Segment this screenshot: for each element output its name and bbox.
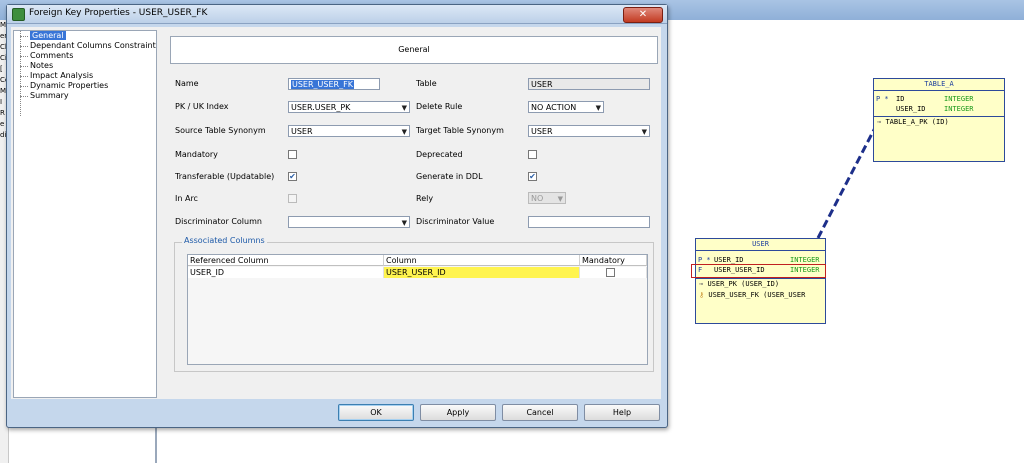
constraint-row[interactable]: ⊸ TABLE_A_PK (ID) [874,117,1004,128]
panel-header: General [170,36,658,64]
associated-columns-title: Associated Columns [182,236,267,245]
constraint-label: USER_USER_FK (USER_USER [708,291,806,299]
rely-label: Rely [416,194,434,203]
discriminator-column-label: Discriminator Column [175,217,262,226]
general-panel: General Name USER_USER_FK Table USER PK … [162,30,658,396]
table-field: USER [528,78,650,90]
pkuk-index-label: PK / UK Index [175,102,229,111]
column-cell[interactable]: USER_USER_ID [384,267,580,278]
name-input[interactable]: USER_USER_FK [288,78,380,90]
discriminator-value-input[interactable] [528,216,650,228]
fk-key-icon: ⚷ [699,291,705,299]
tree-item-label: General [30,31,66,40]
app-icon [12,8,25,21]
pk-key-icon: ⊸ [877,118,882,126]
column-name: ID [896,95,905,103]
constraint-row[interactable]: ⚷ USER_USER_FK (USER_USER [696,290,825,301]
source-synonym-select[interactable]: USER [288,125,410,137]
tree-item-label: Dependant Columns Constraint [30,41,156,50]
tree-item-impact-analysis[interactable]: Impact Analysis [14,71,156,81]
transferable-checkbox[interactable]: ✔ [288,172,297,181]
entity-title: USER [696,239,825,251]
close-button[interactable]: ✕ [623,7,663,23]
tree-item-comments[interactable]: Comments [14,51,156,61]
ok-button[interactable]: OK [338,404,414,421]
tree-item-label: Dynamic Properties [30,81,109,90]
entity-user[interactable]: USER P * USER_ID INTEGER F USER_USER_ID … [695,238,826,324]
constraint-row[interactable]: ⊸ USER_PK (USER_ID) [696,279,825,290]
generate-ddl-checkbox[interactable]: ✔ [528,172,537,181]
column-header-referenced[interactable]: Referenced Column [188,255,384,266]
associated-columns-table: Referenced Column Column Mandatory USER_… [187,254,648,365]
transferable-label: Transferable (Updatable) [175,172,275,181]
deprecated-label: Deprecated [416,150,463,159]
entity-column-row[interactable]: USER_ID INTEGER [874,104,1004,114]
target-synonym-select[interactable]: USER [528,125,650,137]
column-header-mandatory[interactable]: Mandatory [580,255,647,266]
properties-tree: General Dependant Columns Constraint Com… [13,30,157,398]
name-value: USER_USER_FK [291,80,354,89]
entity-column-row[interactable]: P * ID INTEGER [874,94,1004,104]
constraint-label: TABLE_A_PK (ID) [885,118,949,126]
in-arc-checkbox[interactable] [288,194,297,203]
selection-highlight [691,264,826,278]
name-label: Name [175,79,199,88]
tree-item-summary[interactable]: Summary [14,91,156,101]
mandatory-checkbox[interactable] [288,150,297,159]
tree-item-label: Impact Analysis [30,71,94,80]
source-synonym-label: Source Table Synonym [175,126,266,135]
tree-item-notes[interactable]: Notes [14,61,156,71]
constraint-label: USER_PK (USER_ID) [707,280,780,288]
entity-table-a[interactable]: TABLE_A P * ID INTEGER USER_ID INTEGER ⊸… [873,78,1005,162]
referenced-column-cell[interactable]: USER_ID [188,267,384,278]
pkuk-index-select[interactable]: USER.USER_PK [288,101,410,113]
rely-select[interactable]: NO [528,192,566,204]
delete-rule-label: Delete Rule [416,102,463,111]
discriminator-value-label: Discriminator Value [416,217,495,226]
cancel-button[interactable]: Cancel [502,404,578,421]
deprecated-checkbox[interactable] [528,150,537,159]
row-mandatory-checkbox[interactable] [606,268,615,277]
pk-key-icon: ⊸ [699,280,704,288]
tree-item-general[interactable]: General [14,31,156,41]
tree-item-label: Notes [30,61,54,70]
in-arc-label: In Arc [175,194,198,203]
tree-item-dependant-columns[interactable]: Dependant Columns Constraint [14,41,156,51]
dialog-body: General Dependant Columns Constraint Com… [11,27,661,399]
table-label: Table [416,79,437,88]
pk-marker: P * [876,95,889,103]
generate-ddl-label: Generate in DDL [416,172,483,181]
target-synonym-label: Target Table Synonym [416,126,504,135]
dialog-titlebar[interactable]: Foreign Key Properties - USER_USER_FK ✕ [7,5,667,24]
mandatory-label: Mandatory [175,150,218,159]
column-type: INTEGER [944,105,974,113]
help-button[interactable]: Help [584,404,660,421]
column-header-column[interactable]: Column [384,255,580,266]
delete-rule-select[interactable]: NO ACTION [528,101,604,113]
foreign-key-properties-dialog: Foreign Key Properties - USER_USER_FK ✕ … [6,4,668,428]
tree-item-label: Summary [30,91,69,100]
entity-title: TABLE_A [874,79,1004,91]
column-name: USER_ID [896,105,926,113]
dialog-title: Foreign Key Properties - USER_USER_FK [29,8,208,18]
tree-item-label: Comments [30,51,74,60]
column-type: INTEGER [944,95,974,103]
apply-button[interactable]: Apply [420,404,496,421]
mandatory-cell[interactable] [580,267,647,278]
discriminator-column-select[interactable] [288,216,410,228]
tree-item-dynamic-properties[interactable]: Dynamic Properties [14,81,156,91]
